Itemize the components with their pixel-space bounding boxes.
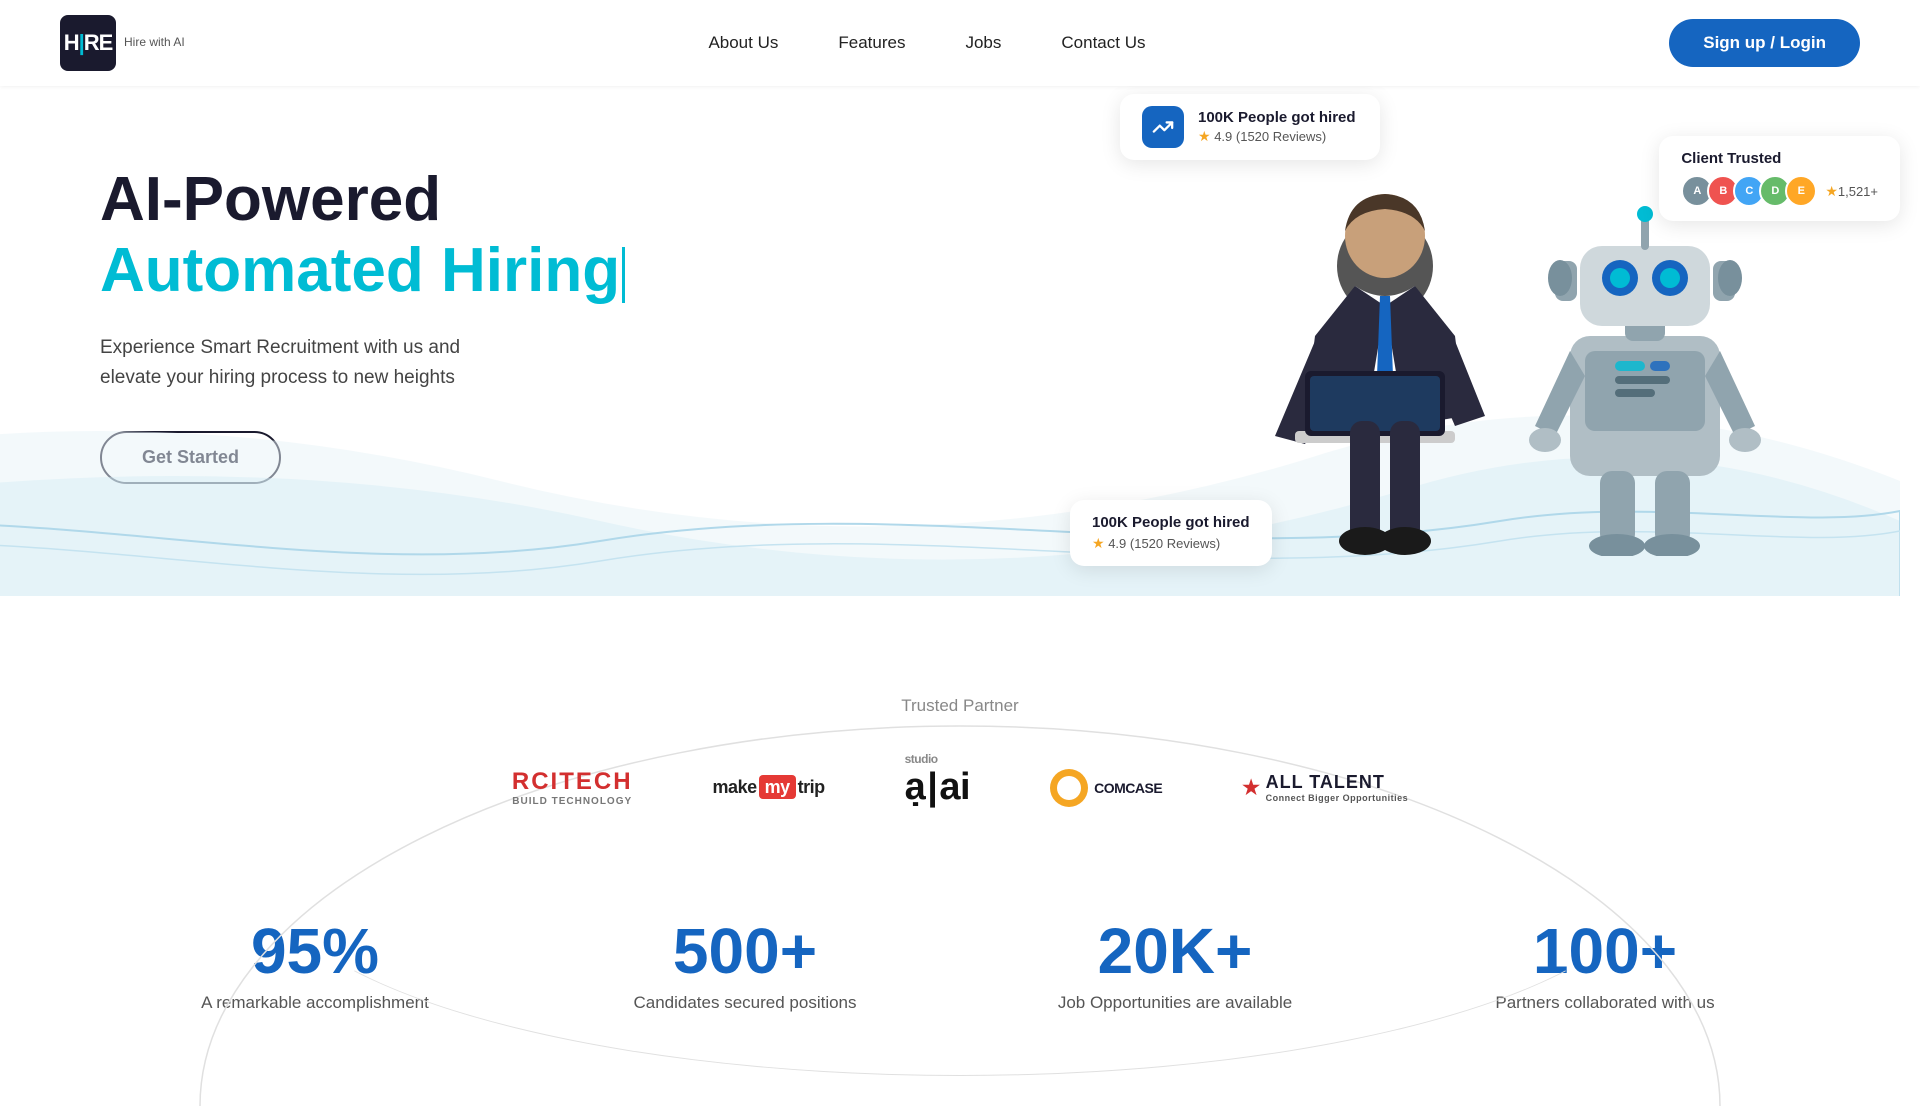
card-icon bbox=[1142, 106, 1184, 148]
logo: H|RE Hire with AI bbox=[60, 15, 185, 71]
nav-features[interactable]: Features bbox=[838, 33, 905, 53]
card-hired-title: 100K People got hired bbox=[1198, 109, 1356, 126]
nav-contact-us[interactable]: Contact Us bbox=[1061, 33, 1145, 53]
logo-subtitle: Hire with AI bbox=[124, 37, 185, 49]
card-hired-top: 100K People got hired ★ 4.9 (1520 Review… bbox=[1120, 94, 1380, 160]
nav-about-us[interactable]: About Us bbox=[708, 33, 778, 53]
partner-logos-row: RCITECH BUILD TECHNOLOGY makemytrip stud… bbox=[512, 746, 1408, 849]
nav-links: About Us Features Jobs Contact Us bbox=[708, 33, 1145, 53]
man-figure bbox=[1215, 176, 1555, 556]
card-hired-bottom: 100K People got hired ★ 4.9 (1520 Review… bbox=[1070, 500, 1272, 566]
partner-rcitech: RCITECH BUILD TECHNOLOGY bbox=[512, 768, 633, 807]
navbar: H|RE Hire with AI About Us Features Jobs… bbox=[0, 0, 1920, 86]
card-bottom-rating: ★ 4.9 (1520 Reviews) bbox=[1092, 535, 1250, 552]
client-stars: ★ bbox=[1825, 183, 1838, 200]
arc-svg bbox=[160, 656, 1760, 1106]
card-hired-rating: ★ 4.9 (1520 Reviews) bbox=[1198, 128, 1356, 145]
robot-figure bbox=[1515, 196, 1775, 556]
nav-jobs[interactable]: Jobs bbox=[965, 33, 1001, 53]
partner-makemytrip: makemytrip bbox=[713, 777, 825, 798]
client-trusted-label: Client Trusted bbox=[1681, 150, 1878, 167]
hero-illustration bbox=[1070, 176, 1920, 556]
card-client-trusted: Client Trusted A B C D E ★ 1,521+ bbox=[1659, 136, 1900, 221]
trusted-partner-label: Trusted Partner bbox=[901, 696, 1018, 716]
card-bottom-title: 100K People got hired bbox=[1092, 514, 1250, 531]
partner-alltalent: ★ ALL TALENT Connect Bigger Opportunitie… bbox=[1242, 772, 1408, 803]
avatar-group: A B C D E bbox=[1681, 175, 1817, 207]
avatar-5: E bbox=[1785, 175, 1817, 207]
card-hired-top-content: 100K People got hired ★ 4.9 (1520 Review… bbox=[1198, 109, 1356, 145]
logo-icon: H|RE bbox=[60, 15, 116, 71]
partners-section: Trusted Partner RCITECH BUILD TECHNOLOGY… bbox=[0, 656, 1920, 849]
partner-aiai: studio ạ | ai bbox=[905, 766, 970, 809]
client-trusted-content: A B C D E ★ 1,521+ bbox=[1681, 175, 1878, 207]
partner-comcase: COMCASE bbox=[1050, 769, 1162, 807]
hero-title-black: AI-Powered bbox=[100, 166, 650, 234]
signup-login-button[interactable]: Sign up / Login bbox=[1669, 19, 1860, 67]
hero-section: AI-Powered Automated Hiring Experience S… bbox=[0, 86, 1920, 596]
client-count: 1,521+ bbox=[1838, 184, 1878, 199]
